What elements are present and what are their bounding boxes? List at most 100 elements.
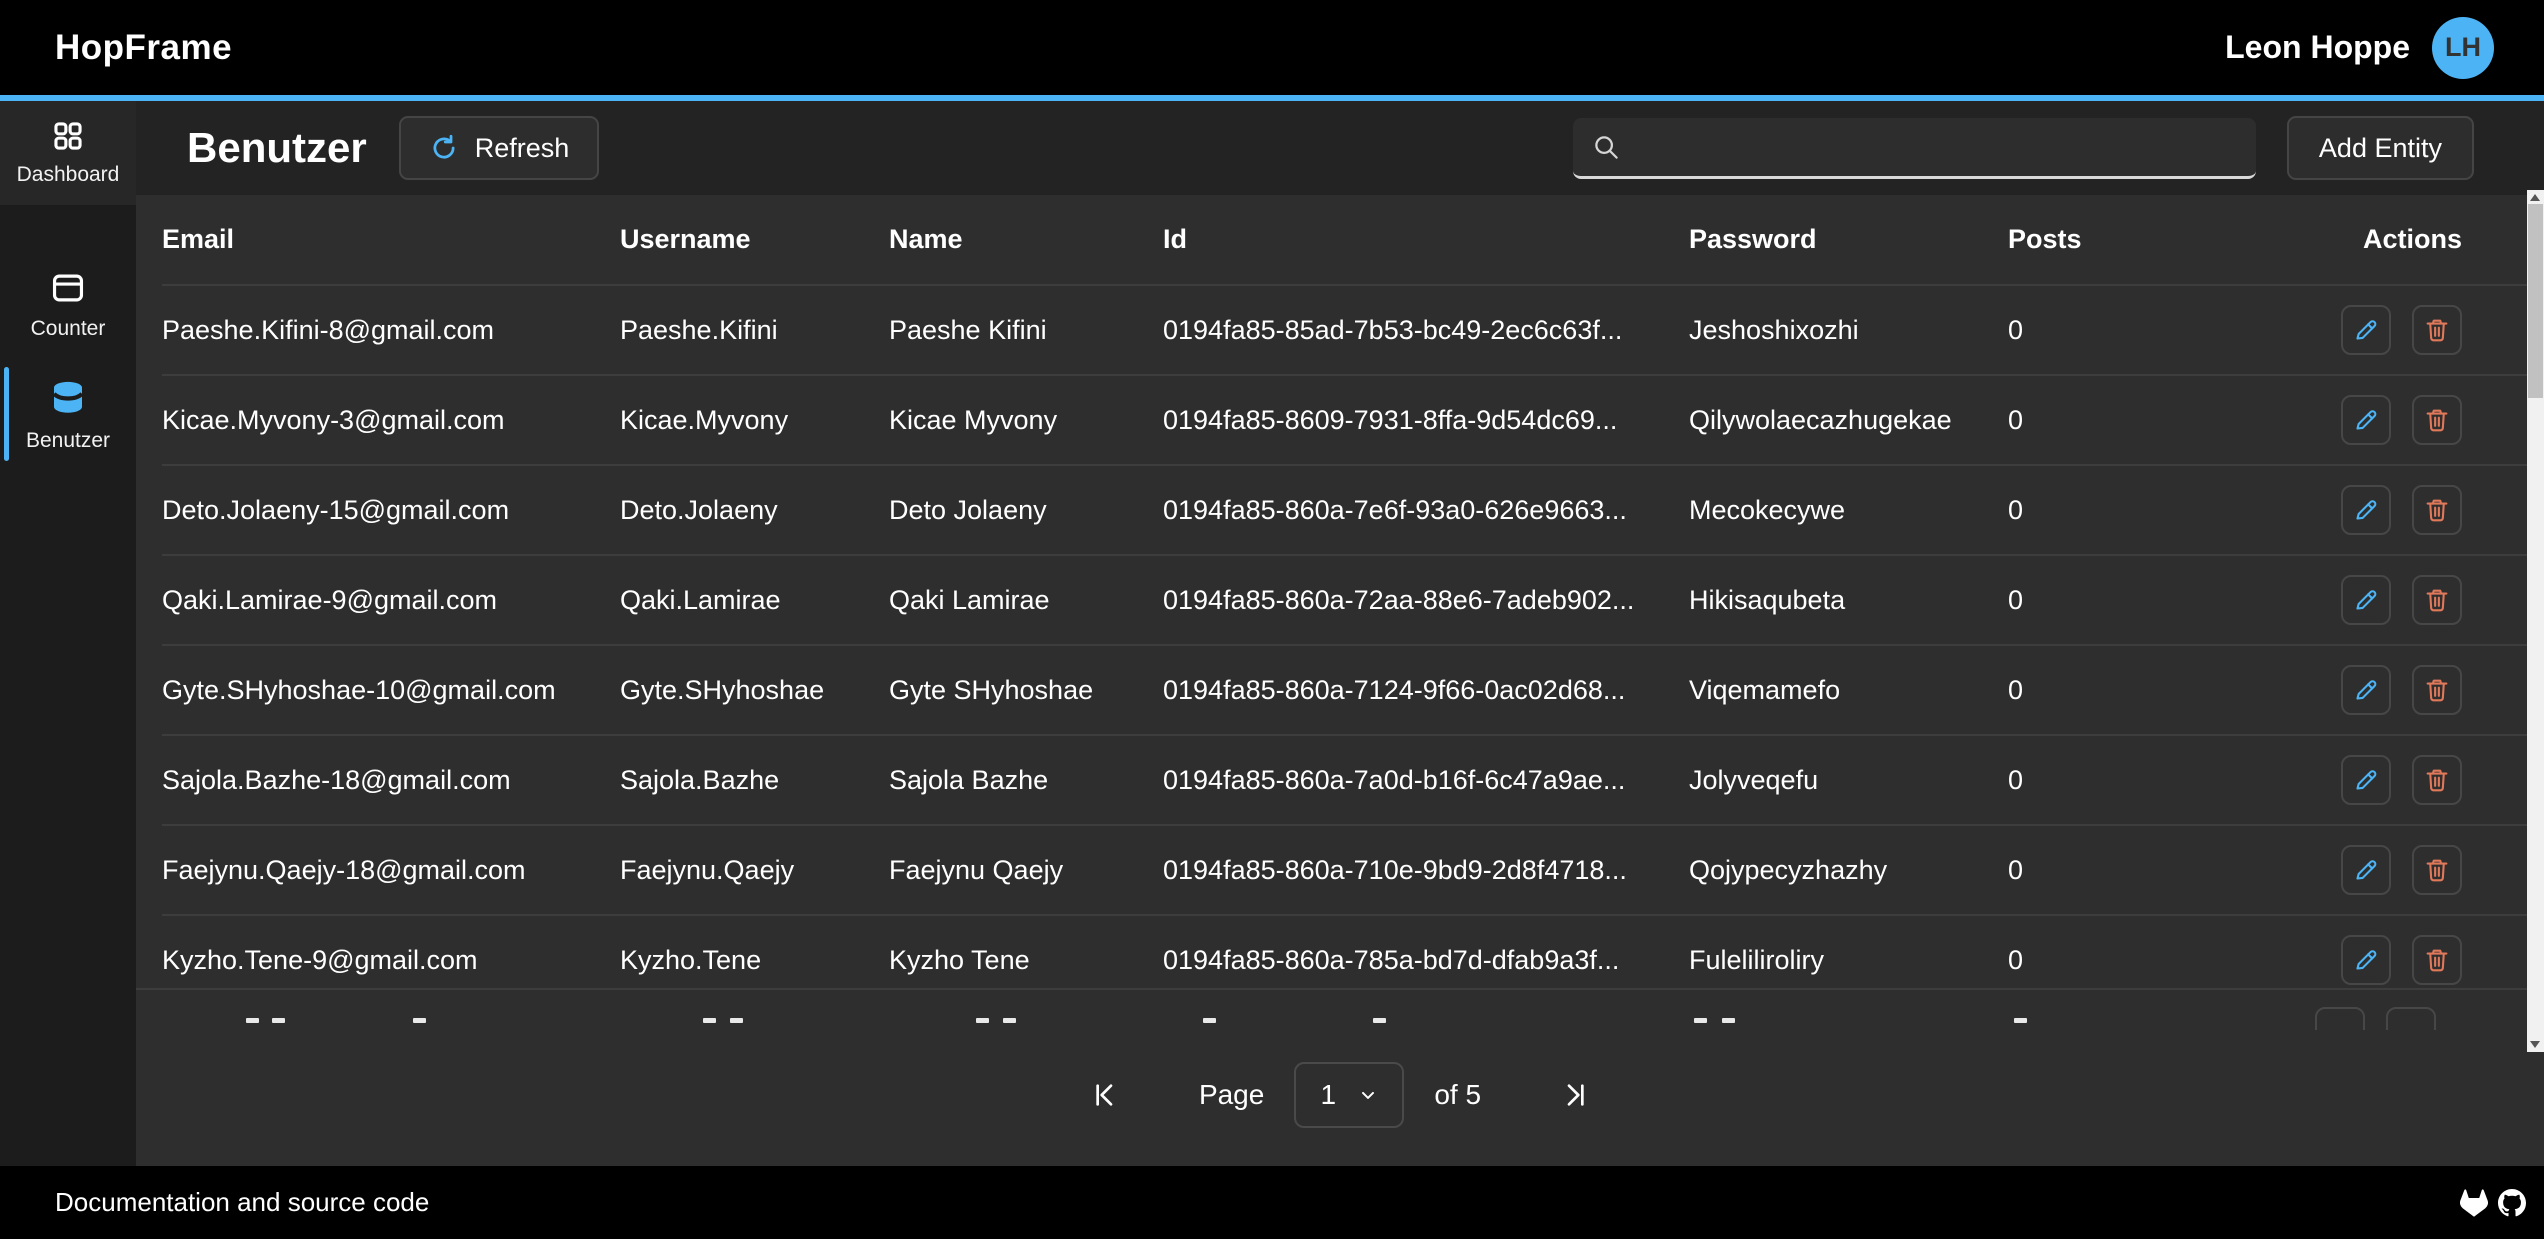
delete-button[interactable] xyxy=(2412,845,2462,895)
cell-id: 0194fa85-860a-7124-9f66-0ac02d68... xyxy=(1163,675,1689,706)
documentation-link[interactable]: Documentation and source code xyxy=(55,1187,429,1218)
cell-posts: 0 xyxy=(2008,495,2238,526)
page-select[interactable]: 1 xyxy=(1294,1062,1404,1128)
delete-button[interactable] xyxy=(2412,755,2462,805)
cell-name: Paeshe Kifini xyxy=(889,315,1163,346)
window-icon xyxy=(49,269,87,307)
cell-name: Kicae Myvony xyxy=(889,405,1163,436)
first-page-button[interactable] xyxy=(1089,1079,1121,1111)
search-icon xyxy=(1591,132,1621,162)
trash-icon xyxy=(2423,946,2451,974)
database-icon xyxy=(47,377,89,419)
table-body: Paeshe.Kifini-8@gmail.com Paeshe.Kifini … xyxy=(162,284,2527,1004)
sidebar: Dashboard Counter Benutzer xyxy=(0,101,136,1166)
refresh-button[interactable]: Refresh xyxy=(399,116,600,180)
table-header-row: Email Username Name Id Password Posts Ac… xyxy=(162,195,2527,284)
page-total-label: of 5 xyxy=(1434,1079,1481,1111)
cell-id: 0194fa85-860a-710e-9bd9-2d8f4718... xyxy=(1163,855,1689,886)
cell-id: 0194fa85-85ad-7b53-bc49-2ec6c63f... xyxy=(1163,315,1689,346)
github-icon[interactable] xyxy=(2498,1189,2526,1217)
edit-button[interactable] xyxy=(2341,575,2391,625)
cell-posts: 0 xyxy=(2008,405,2238,436)
column-header-email: Email xyxy=(162,224,620,255)
add-entity-button[interactable]: Add Entity xyxy=(2287,116,2474,180)
scroll-up-arrow[interactable] xyxy=(2530,194,2540,201)
cell-username: Deto.Jolaeny xyxy=(620,495,889,526)
cell-password: Mecokecywe xyxy=(1689,495,2008,526)
cell-name: Deto Jolaeny xyxy=(889,495,1163,526)
cell-email: Kicae.Myvony-3@gmail.com xyxy=(162,405,620,436)
cell-email: Paeshe.Kifini-8@gmail.com xyxy=(162,315,620,346)
column-header-password: Password xyxy=(1689,224,2008,255)
app-logo[interactable]: HopFrame xyxy=(55,28,232,68)
cell-password: Jolyveqefu xyxy=(1689,765,2008,796)
cell-name: Gyte SHyhoshae xyxy=(889,675,1163,706)
search-input[interactable] xyxy=(1635,117,2256,177)
last-page-button[interactable] xyxy=(1559,1079,1591,1111)
vertical-scrollbar[interactable] xyxy=(2527,190,2544,1052)
delete-button[interactable] xyxy=(2412,395,2462,445)
chevron-down-icon xyxy=(1358,1085,1378,1105)
column-header-id: Id xyxy=(1163,224,1689,255)
pagination: Page 1 of 5 xyxy=(136,1060,2544,1130)
scrollbar-thumb[interactable] xyxy=(2528,204,2543,398)
cell-posts: 0 xyxy=(2008,585,2238,616)
gitlab-icon[interactable] xyxy=(2460,1189,2488,1217)
scroll-down-arrow[interactable] xyxy=(2530,1041,2540,1048)
table-row: Faejynu.Qaejy-18@gmail.com Faejynu.Qaejy… xyxy=(162,824,2527,914)
edit-button[interactable] xyxy=(2341,395,2391,445)
sidebar-item-label: Benutzer xyxy=(26,429,110,453)
table-row: Kicae.Myvony-3@gmail.com Kicae.Myvony Ki… xyxy=(162,374,2527,464)
cell-posts: 0 xyxy=(2008,675,2238,706)
delete-button[interactable] xyxy=(2412,665,2462,715)
delete-button[interactable] xyxy=(2412,935,2462,985)
column-header-actions: Actions xyxy=(2238,224,2527,255)
edit-button[interactable] xyxy=(2341,755,2391,805)
column-header-name: Name xyxy=(889,224,1163,255)
refresh-label: Refresh xyxy=(475,133,570,164)
user-name: Leon Hoppe xyxy=(2225,29,2410,66)
delete-button[interactable] xyxy=(2412,305,2462,355)
edit-button[interactable] xyxy=(2341,935,2391,985)
page-header: Benutzer Refresh Add Entity xyxy=(136,101,2544,195)
edit-button[interactable] xyxy=(2341,485,2391,535)
sidebar-item-counter[interactable]: Counter xyxy=(0,253,136,357)
sidebar-item-label: Counter xyxy=(31,317,106,341)
cell-posts: 0 xyxy=(2008,315,2238,346)
avatar[interactable]: LH xyxy=(2432,17,2494,79)
sidebar-item-dashboard[interactable]: Dashboard xyxy=(0,101,136,205)
pencil-icon xyxy=(2352,676,2380,704)
trash-icon xyxy=(2423,406,2451,434)
delete-button[interactable] xyxy=(2386,1007,2436,1030)
cell-email: Qaki.Lamirae-9@gmail.com xyxy=(162,585,620,616)
active-item-indicator xyxy=(4,367,9,461)
edit-button[interactable] xyxy=(2341,845,2391,895)
table-row: Paeshe.Kifini-8@gmail.com Paeshe.Kifini … xyxy=(162,284,2527,374)
cell-password: Jeshoshixozhi xyxy=(1689,315,2008,346)
cell-username: Kyzho.Tene xyxy=(620,945,889,976)
cell-id: 0194fa85-860a-785a-bd7d-dfab9a3f... xyxy=(1163,945,1689,976)
cell-password: Qilywolaecazhugekae xyxy=(1689,405,2008,436)
users-table: Email Username Name Id Password Posts Ac… xyxy=(136,195,2527,1030)
cell-posts: 0 xyxy=(2008,765,2238,796)
column-header-posts: Posts xyxy=(2008,224,2238,255)
cell-id: 0194fa85-860a-7a0d-b16f-6c47a9ae... xyxy=(1163,765,1689,796)
cell-id: 0194fa85-860a-72aa-88e6-7adeb902... xyxy=(1163,585,1689,616)
delete-button[interactable] xyxy=(2412,575,2462,625)
search-box xyxy=(1573,118,2256,179)
cell-email: Faejynu.Qaejy-18@gmail.com xyxy=(162,855,620,886)
pencil-icon xyxy=(2352,496,2380,524)
edit-button[interactable] xyxy=(2341,665,2391,715)
page-title: Benutzer xyxy=(187,124,367,172)
delete-button[interactable] xyxy=(2412,485,2462,535)
cell-password: Fuleliliroliry xyxy=(1689,945,2008,976)
sidebar-item-benutzer[interactable]: Benutzer xyxy=(0,363,136,467)
edit-button[interactable] xyxy=(2315,1007,2365,1030)
grid-icon xyxy=(51,119,85,153)
trash-icon xyxy=(2423,586,2451,614)
cell-username: Gyte.SHyhoshae xyxy=(620,675,889,706)
cell-email: Sajola.Bazhe-18@gmail.com xyxy=(162,765,620,796)
edit-button[interactable] xyxy=(2341,305,2391,355)
trash-icon xyxy=(2423,766,2451,794)
cell-email: Deto.Jolaeny-15@gmail.com xyxy=(162,495,620,526)
